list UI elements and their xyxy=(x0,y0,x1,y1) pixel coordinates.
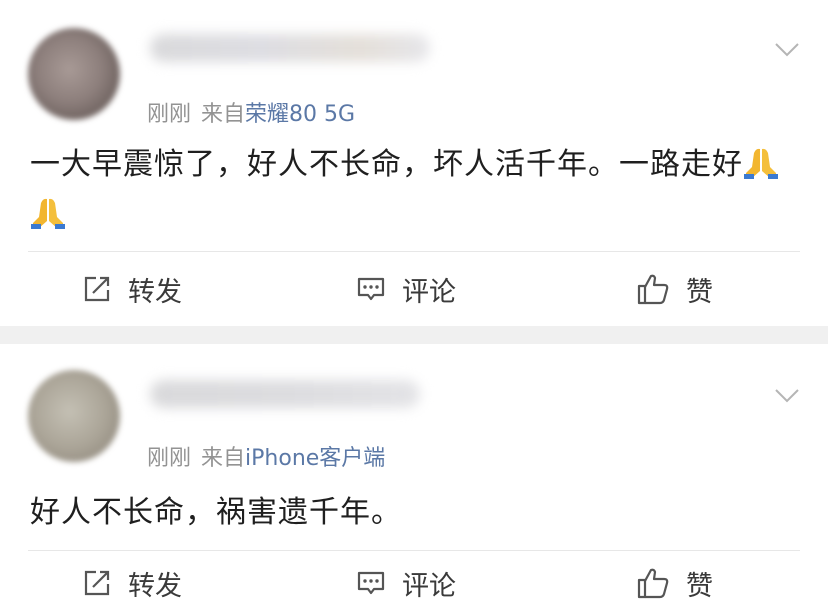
repost-icon xyxy=(84,276,110,302)
timestamp: 刚刚 xyxy=(147,102,192,127)
folded-hands-icon xyxy=(744,148,778,179)
like-label: 赞 xyxy=(686,276,713,308)
comment-icon xyxy=(357,571,385,595)
source-device[interactable]: iPhone客户端 xyxy=(245,446,385,471)
post-text: 一大早震惊了，好人不长命，坏人活千年。一路走好 xyxy=(30,147,743,182)
action-bar: 转发 评论 赞 xyxy=(0,264,828,314)
like-button[interactable]: 赞 xyxy=(636,264,713,314)
timestamp: 刚刚 xyxy=(147,446,192,471)
source-device[interactable]: 荣耀80 5G xyxy=(245,102,355,127)
comment-button[interactable]: 评论 xyxy=(356,558,456,608)
post-meta: 刚刚 来自iPhone客户端 xyxy=(147,440,385,472)
comment-button[interactable]: 评论 xyxy=(356,264,456,314)
from-label: 来自 xyxy=(201,446,246,471)
repost-icon xyxy=(84,570,110,596)
post-content: 好人不长命，祸害遗千年。 xyxy=(30,488,800,538)
repost-button[interactable]: 转发 xyxy=(82,264,182,314)
thumbs-up-icon xyxy=(637,568,669,599)
post-meta: 刚刚 来自荣耀80 5G xyxy=(147,96,355,128)
folded-hands-icon xyxy=(31,198,65,229)
chevron-down-icon[interactable] xyxy=(774,388,800,404)
from-label: 来自 xyxy=(201,102,246,127)
post-text: 好人不长命，祸害遗千年。 xyxy=(30,495,402,530)
thumbs-up-icon xyxy=(637,274,669,305)
repost-button[interactable]: 转发 xyxy=(82,558,182,608)
comment-label: 评论 xyxy=(402,276,456,308)
username-blurred[interactable] xyxy=(150,34,430,62)
chevron-down-icon[interactable] xyxy=(774,42,800,58)
post-content: 一大早震惊了，好人不长命，坏人活千年。一路走好 xyxy=(30,140,800,240)
avatar[interactable] xyxy=(28,370,120,462)
like-button[interactable]: 赞 xyxy=(636,558,713,608)
like-label: 赞 xyxy=(686,570,713,602)
comment-card: 刚刚来自荣耀80 5G 一大早震惊了，好人不长命，坏人活千年。一路走好 转发 xyxy=(0,0,828,326)
repost-label: 转发 xyxy=(128,276,182,308)
divider xyxy=(28,550,800,551)
comment-icon xyxy=(357,277,385,301)
comment-label: 评论 xyxy=(402,570,456,602)
section-separator xyxy=(0,326,828,344)
repost-label: 转发 xyxy=(128,570,182,602)
avatar[interactable] xyxy=(28,28,120,120)
divider xyxy=(28,251,800,252)
comment-card: 刚刚 来自iPhone客户端 好人不长命，祸害遗千年。 转发 评论 赞 xyxy=(0,344,828,616)
action-bar: 转发 评论 赞 xyxy=(0,558,828,608)
username-blurred[interactable] xyxy=(150,380,420,408)
